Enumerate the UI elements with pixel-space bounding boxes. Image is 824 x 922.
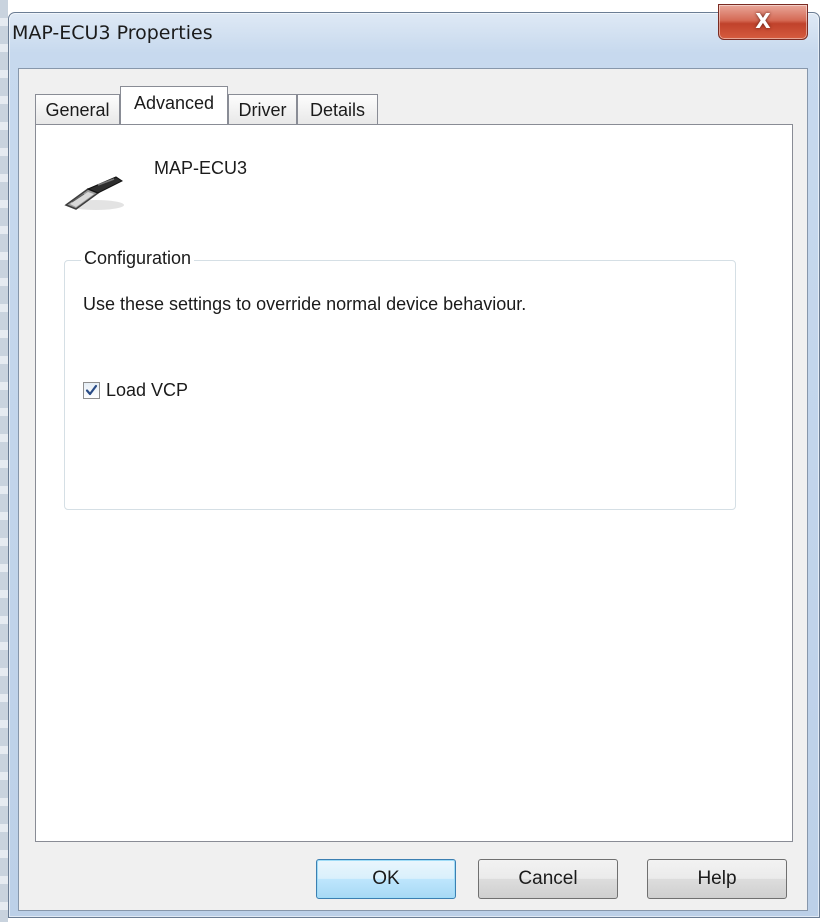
tab-details[interactable]: Details bbox=[297, 94, 378, 124]
tab-driver[interactable]: Driver bbox=[228, 94, 297, 124]
tab-general[interactable]: General bbox=[35, 94, 120, 124]
window-title: MAP-ECU3 Properties bbox=[12, 22, 213, 44]
configuration-description: Use these settings to override normal de… bbox=[83, 294, 527, 314]
tab-advanced[interactable]: Advanced bbox=[120, 86, 228, 124]
background-window-edge bbox=[0, 0, 8, 922]
cancel-button[interactable]: Cancel bbox=[478, 859, 618, 899]
device-name: MAP-ECU3 bbox=[154, 158, 248, 178]
close-button[interactable]: X bbox=[718, 4, 808, 40]
load-vcp-label[interactable]: Load VCP bbox=[106, 380, 188, 401]
configuration-group: Configuration Use these settings to over… bbox=[64, 248, 736, 510]
load-vcp-checkbox[interactable] bbox=[83, 382, 100, 399]
configuration-legend: Configuration bbox=[81, 248, 195, 269]
checkmark-icon bbox=[85, 384, 98, 396]
ok-button[interactable]: OK bbox=[316, 859, 456, 899]
help-button[interactable]: Help bbox=[647, 859, 787, 899]
advanced-tab-panel: MAP-ECU3 Configuration Use these setting… bbox=[35, 124, 793, 842]
usb-device-icon bbox=[64, 176, 124, 210]
close-icon: X bbox=[755, 9, 771, 33]
dialog-client-area: General Advanced Driver Details MAP-ECU3… bbox=[18, 68, 808, 911]
